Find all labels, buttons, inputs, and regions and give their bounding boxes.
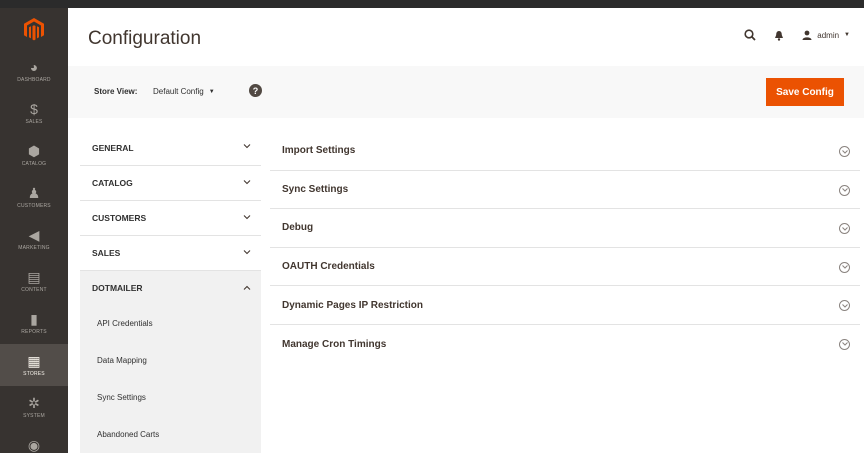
chevron-down-icon [243, 178, 251, 187]
megaphone-icon: ◀ [28, 227, 40, 243]
page-title: Configuration [88, 28, 202, 49]
tab-sales[interactable]: SALES [80, 235, 261, 270]
store-view-label: Store View: [94, 87, 138, 96]
expand-circle-icon[interactable] [839, 261, 850, 273]
nav-item-label: System [23, 413, 45, 419]
tab-label: CATALOG [92, 178, 133, 188]
section-import-settings[interactable]: Import Settings [270, 132, 860, 171]
nav-item-label: Catalog [21, 161, 47, 167]
tab-general[interactable]: GENERAL [80, 130, 261, 165]
catalog-box-icon: ⬢ [27, 143, 41, 159]
nav-item-label: Stores [23, 371, 45, 377]
help-question-icon[interactable]: ? [249, 84, 262, 97]
nav-item-label: Customers [17, 203, 51, 209]
caret-down-icon: ▼ [844, 32, 850, 38]
save-config-button[interactable]: Save Config [766, 78, 844, 106]
tab-catalog[interactable]: CATALOG [80, 165, 261, 200]
expand-circle-icon[interactable] [839, 146, 850, 157]
dollar-icon: $ [30, 101, 38, 117]
nav-item-customers[interactable]: ♟ Customers [0, 176, 68, 218]
chevron-down-icon [243, 142, 251, 151]
config-sections: Import Settings Sync Settings Debug OAUTH C… [270, 132, 860, 364]
section-oauth-credentials[interactable]: OAUTH Credentials [270, 248, 860, 287]
nav-item-reports[interactable]: ▮ Reports [0, 302, 68, 344]
tab-label: GENERAL [92, 142, 134, 153]
storefront-icon: ▦ [27, 353, 41, 369]
section-title: Manage Cron Timings [282, 338, 387, 350]
tab-label: DOTMAILER [92, 283, 143, 293]
customer-person-icon: ♟ [27, 185, 41, 201]
magento-logo[interactable] [0, 8, 68, 50]
subitem-abandoned-carts[interactable]: Abandoned Carts [80, 416, 261, 453]
config-tabs: GENERAL CATALOG CUSTOMERS SALES DOTMAILER API… [80, 130, 261, 453]
tab-label: CUSTOMERS [92, 213, 147, 223]
nav-item-catalog[interactable]: ⬢ Catalog [0, 134, 68, 176]
nav-item-label: Marketing [18, 245, 50, 251]
expand-circle-icon[interactable] [839, 223, 850, 235]
search-icon[interactable] [744, 29, 756, 41]
section-title: Dynamic Pages IP Restriction [282, 299, 423, 311]
expand-circle-icon[interactable] [839, 184, 850, 196]
nav-item-label: Sales [25, 119, 43, 125]
subitem-sync-settings[interactable]: Sync Settings [80, 379, 261, 416]
chevron-down-icon [243, 248, 251, 257]
section-sync-settings[interactable]: Sync Settings [270, 171, 860, 210]
subitem-data-mapping[interactable]: Data Mapping [80, 342, 261, 379]
nav-item-sales[interactable]: $ Sales [0, 92, 68, 134]
section-title: Sync Settings [282, 183, 349, 195]
gear-icon: ✲ [28, 395, 40, 411]
extensions-cube-icon: ◉ [27, 437, 41, 453]
expand-circle-icon[interactable] [839, 300, 850, 312]
nav-item-system[interactable]: ✲ System [0, 386, 68, 428]
chevron-down-icon [243, 213, 251, 222]
nav-item-stores[interactable]: ▦ Stores [0, 344, 68, 386]
content-layout-icon: ▤ [27, 269, 41, 285]
admin-username: admin [817, 30, 840, 40]
bar-chart-icon: ▮ [30, 311, 38, 327]
dashboard-icon: ◕ [29, 59, 39, 75]
nav-item-label: Dashboard [17, 77, 51, 83]
dotmailer-subitems: API Credentials Data Mapping Sync Settings… [80, 305, 261, 453]
magento-logo-icon [24, 17, 44, 40]
section-debug[interactable]: Debug [270, 209, 860, 248]
nav-item-content[interactable]: ▤ Content [0, 260, 68, 302]
section-title: Import Settings [282, 145, 356, 157]
user-icon [802, 30, 812, 40]
store-view-value: Default Config [153, 87, 204, 96]
subitem-api-credentials[interactable]: API Credentials [80, 305, 261, 342]
expand-circle-icon[interactable] [839, 338, 850, 350]
chevron-up-icon [243, 283, 251, 292]
section-title: Debug [282, 222, 314, 234]
store-view-switcher[interactable]: Default Config ▼ [153, 87, 215, 96]
nav-item-find-partners-extensions[interactable]: ◉Find Partners & Extensions [0, 428, 68, 453]
admin-user-menu[interactable]: admin ▼ [802, 30, 850, 40]
nav-item-label: Reports [21, 329, 47, 335]
store-view-bar: Store View: Default Config ▼ ? Save Conf… [68, 66, 864, 118]
nav-item-marketing[interactable]: ◀ Marketing [0, 218, 68, 260]
top-strip [0, 0, 864, 8]
caret-down-icon: ▼ [208, 88, 215, 95]
notifications-bell-icon[interactable] [774, 30, 784, 41]
admin-menu: ◕ Dashboard $ Sales ⬢ Catalog ♟ Customers ◀ Marke… [0, 8, 68, 453]
tab-label: SALES [92, 248, 121, 258]
header-actions: admin ▼ [744, 26, 850, 44]
nav-item-label: Content [21, 287, 47, 293]
tab-customers[interactable]: CUSTOMERS [80, 200, 261, 235]
tab-dotmailer[interactable]: DOTMAILER [80, 270, 261, 305]
section-title: OAUTH Credentials [282, 261, 375, 273]
section-dynamic-pages-ip-restriction[interactable]: Dynamic Pages IP Restriction [270, 286, 860, 325]
nav-item-dashboard[interactable]: ◕ Dashboard [0, 50, 68, 92]
section-manage-cron-timings[interactable]: Manage Cron Timings [270, 325, 860, 364]
